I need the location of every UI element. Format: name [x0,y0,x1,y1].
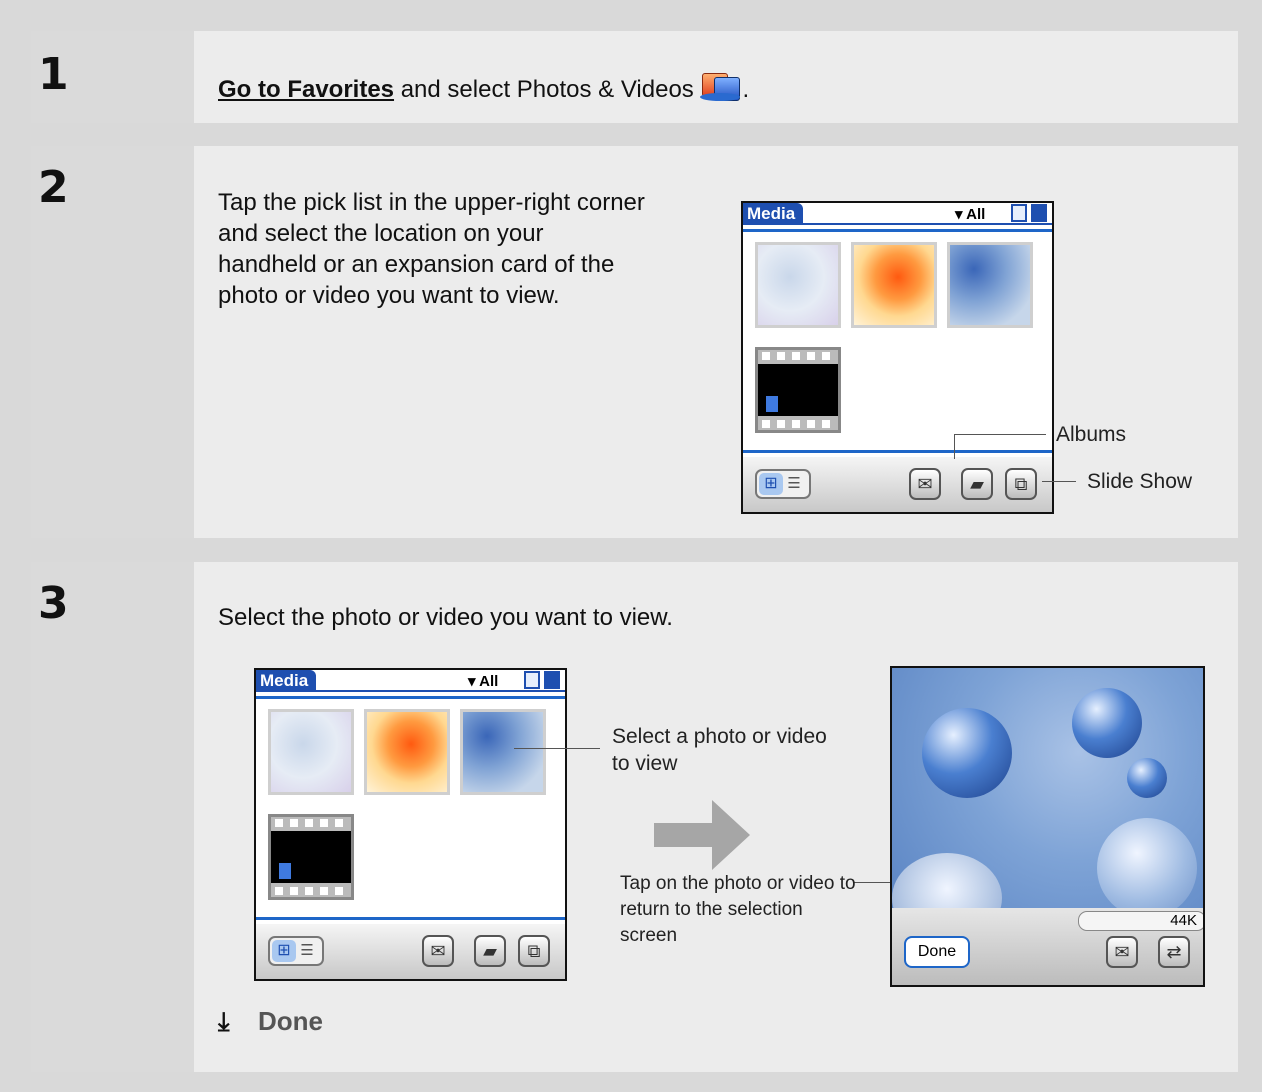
list-view-icon: ☰ [787,475,801,492]
location-picklist[interactable]: ▾ All [468,672,498,690]
step-1: 1 Go to Favorites and select Photos & Vi… [31,31,1238,123]
photo-thumbnail[interactable] [947,242,1033,328]
right-arrow-icon [654,800,750,870]
photo-thumbnail[interactable] [460,709,546,795]
handheld-icon[interactable] [524,671,540,689]
step-3-text: Select the photo or video you want to vi… [218,604,673,631]
video-thumbnail[interactable] [268,814,354,900]
photo-full[interactable] [892,668,1203,943]
photo-thumbnail[interactable] [755,242,841,328]
card-icon[interactable] [544,671,560,689]
file-size: 44K [1078,911,1203,931]
down-arrow-icon: ⤓ [218,1006,230,1036]
grid-view-icon: ⊞ [272,940,296,962]
palm-title: Media [256,670,317,692]
step-1-text: Go to Favorites and select Photos & Vide… [218,71,749,105]
location-picklist[interactable]: ▾ All [955,205,985,223]
media-screen: Media ▾ All ⊞ ☰ ✉ ▰ ⧉ [741,201,1054,514]
photo-thumbnail[interactable] [851,242,937,328]
go-to-favorites-link[interactable]: Go to Favorites [218,76,394,103]
palm-title: Media [743,203,804,225]
step-number: 3 [38,578,69,629]
step-2: 2 Tap the pick list in the upper-right c… [31,146,1238,538]
photo-viewer[interactable]: 44K Done ✉ ⇄ [890,666,1205,987]
done-button[interactable]: Done [904,936,970,968]
handheld-icon[interactable] [1011,204,1027,222]
tap-photo-callout: Tap on the photo or video to return to t… [620,873,856,946]
slide-show-button[interactable]: ⧉ [518,935,550,967]
view-toggle[interactable]: ⊞ ☰ [268,936,324,966]
viewer-toolbar: 44K Done ✉ ⇄ [892,908,1203,985]
send-button[interactable]: ✉ [909,468,941,500]
card-icon[interactable] [1031,204,1047,222]
video-thumbnail[interactable] [755,347,841,433]
send-button[interactable]: ✉ [422,935,454,967]
step-2-text: Tap the pick list in the upper-right cor… [218,189,645,309]
step-3: 3 Select the photo or video you want to … [31,562,1238,1072]
select-photo-callout: Select a photo or video to view [612,725,827,775]
albums-callout: Albums [1056,423,1127,446]
albums-button[interactable]: ▰ [474,935,506,967]
done-marker: ⤓ Done [218,1006,323,1036]
step-number: 1 [38,49,69,100]
slide-show-callout: Slide Show [1087,470,1193,493]
step-number: 2 [38,162,69,213]
photo-thumbnail[interactable] [268,709,354,795]
rotate-button[interactable]: ⇄ [1158,936,1190,968]
albums-button[interactable]: ▰ [961,468,993,500]
photo-thumbnail[interactable] [364,709,450,795]
view-toggle[interactable]: ⊞ ☰ [755,469,811,499]
slide-show-button[interactable]: ⧉ [1005,468,1037,500]
photos-videos-icon [700,71,742,101]
media-screen: Media ▾ All ⊞ ☰ ✉ ▰ ⧉ [254,668,567,981]
grid-view-icon: ⊞ [759,473,783,495]
list-view-icon: ☰ [300,942,314,959]
send-button[interactable]: ✉ [1106,936,1138,968]
